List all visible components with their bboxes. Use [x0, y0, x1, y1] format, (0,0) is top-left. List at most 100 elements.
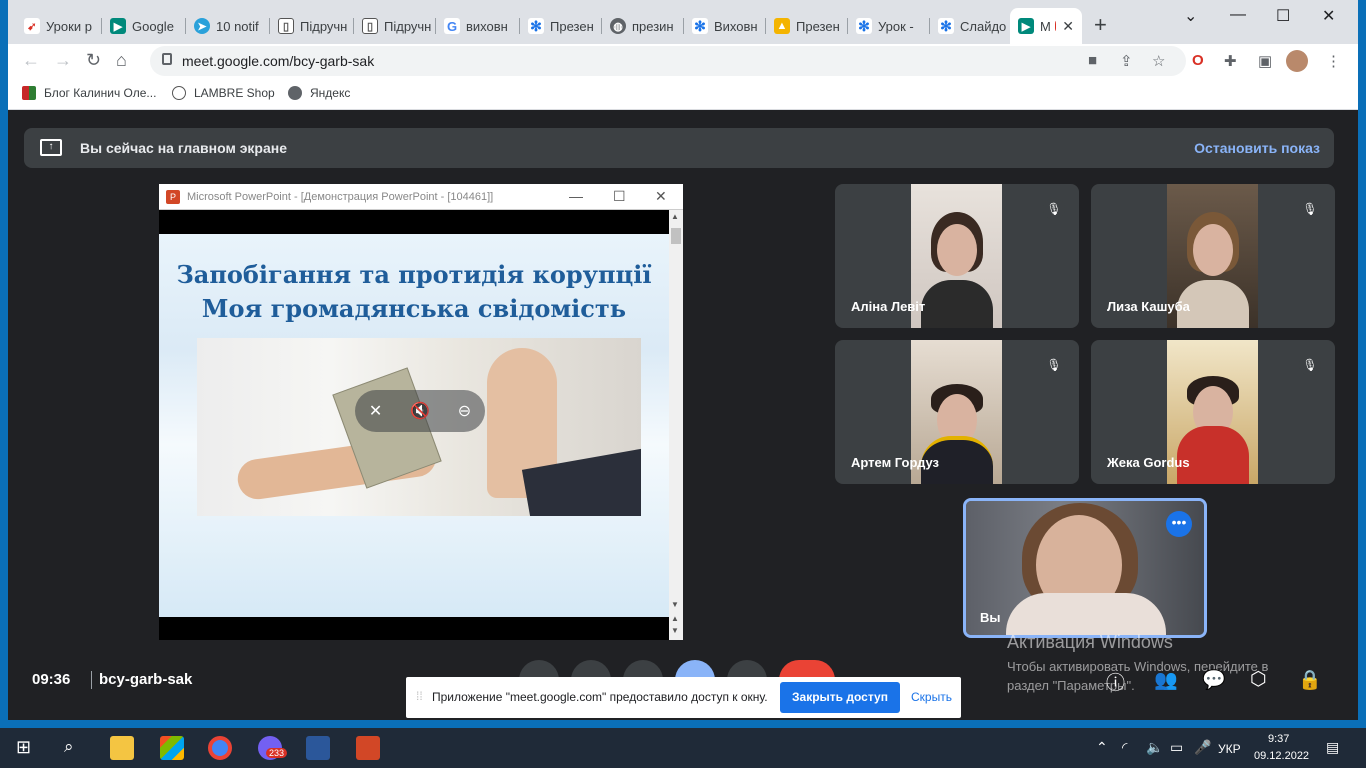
- battery-icon[interactable]: ▭: [1170, 739, 1183, 756]
- bookmarks-bar: Блог Калинич Оле... LAMBRE Shop Яндекс: [8, 78, 1358, 110]
- participant-tile[interactable]: Лиза Кашуба 🎙: [1091, 184, 1335, 328]
- participant-tile[interactable]: Жека Gordus 🎙: [1091, 340, 1335, 484]
- chrome-icon[interactable]: [208, 736, 232, 760]
- share-icon[interactable]: ⇪: [1120, 52, 1133, 70]
- slide-title-line-2: Моя громадянська свідомість: [201, 294, 627, 323]
- tab-label: Слайдо: [960, 18, 1007, 34]
- participant-tile[interactable]: Аліна Левіт 🎙: [835, 184, 1079, 328]
- participant-tile[interactable]: Артем Гордуз 🎙: [835, 340, 1079, 484]
- activities-icon[interactable]: ⬡: [1250, 668, 1267, 691]
- self-tile[interactable]: Вы •••: [963, 498, 1207, 638]
- pin-off-icon[interactable]: ✕: [369, 401, 382, 421]
- present-screen-icon: ↑: [40, 139, 62, 156]
- reload-button[interactable]: ↻: [86, 50, 101, 71]
- tab-label: презин: [632, 18, 674, 34]
- shared-powerpoint-window: P Microsoft PowerPoint - [Демонстрация P…: [159, 184, 683, 640]
- tab-search-chevron-icon[interactable]: ⌄: [1184, 6, 1197, 26]
- meeting-code[interactable]: bcy-garb-sak: [99, 671, 192, 688]
- tab-10[interactable]: ▲ Презен: [766, 8, 848, 44]
- notification-center-icon[interactable]: ▤: [1326, 739, 1339, 756]
- powerpoint-window-title: Microsoft PowerPoint - [Демонстрация Pow…: [187, 191, 494, 203]
- info-icon[interactable]: ⓘ: [1106, 668, 1125, 695]
- back-button[interactable]: ←: [22, 50, 40, 71]
- tab-label: виховн: [466, 18, 508, 34]
- more-options-icon[interactable]: •••: [1166, 511, 1192, 537]
- taskbar-time[interactable]: 9:37: [1268, 733, 1289, 745]
- opera-extension-icon[interactable]: O: [1192, 52, 1204, 69]
- hide-button[interactable]: Скрыть: [911, 690, 952, 704]
- stop-presenting-button[interactable]: Остановить показ: [1194, 140, 1320, 156]
- search-icon[interactable]: ⌕: [64, 737, 74, 757]
- side-panel-icon[interactable]: ▣: [1258, 52, 1272, 70]
- url-text: meet.google.com/bcy-garb-sak: [182, 53, 375, 69]
- snowflake-icon: ✻: [938, 18, 954, 34]
- profile-avatar[interactable]: [1286, 50, 1308, 72]
- taskbar-date[interactable]: 09.12.2022: [1254, 750, 1309, 762]
- tab-meet-active[interactable]: ▶ M ✕: [1010, 8, 1082, 44]
- minimize-button[interactable]: —: [1230, 6, 1246, 24]
- ppt-scrollbar[interactable]: ▲ ▼ ▲ ▼: [669, 210, 683, 640]
- ppt-minimize-button[interactable]: —: [569, 188, 583, 204]
- slide: Запобігання та протидія корупції Моя гро…: [159, 234, 669, 617]
- scroll-page-up-icon[interactable]: ▲: [671, 614, 679, 623]
- desktop: ➹ Уроки р ▶ Google ➤ 10 notif ▯ Підручн …: [0, 0, 1366, 768]
- tab-label: Підручн: [384, 18, 432, 34]
- tab-7[interactable]: ✻ Презен: [520, 8, 602, 44]
- menu-dots-icon[interactable]: ⋮: [1326, 52, 1341, 70]
- tab-9[interactable]: ✻ Виховн: [684, 8, 766, 44]
- tab-5[interactable]: ▯ Підручн: [354, 8, 436, 44]
- windows-start-icon[interactable]: ⊞: [16, 737, 31, 758]
- maximize-button[interactable]: ☐: [1276, 6, 1290, 26]
- banner-text: Вы сейчас на главном экране: [80, 140, 288, 156]
- show-hidden-icons-chevron[interactable]: ⌃: [1096, 739, 1108, 756]
- word-icon[interactable]: [306, 736, 330, 760]
- close-tab-icon[interactable]: ✕: [1062, 18, 1074, 35]
- new-tab-button[interactable]: +: [1094, 12, 1107, 38]
- chat-icon[interactable]: 💬: [1202, 668, 1226, 692]
- address-toolbar: ← → ↻ ⌂ meet.google.com/bcy-garb-sak ■ ⇪…: [8, 44, 1358, 78]
- scroll-thumb[interactable]: [671, 228, 681, 244]
- file-explorer-icon[interactable]: [110, 736, 134, 760]
- tab-11[interactable]: ✻ Урок -: [848, 8, 930, 44]
- bookmark-item[interactable]: LAMBRE Shop: [172, 86, 275, 100]
- meet-area: ↑ Вы сейчас на главном экране Остановить…: [8, 110, 1358, 720]
- tab-1[interactable]: ➹ Уроки р: [16, 8, 102, 44]
- tab-label: Виховн: [714, 18, 758, 34]
- tile-hover-controls: ✕ 🔇 ⊖: [355, 390, 485, 432]
- powerpoint-taskbar-icon[interactable]: [356, 736, 380, 760]
- slides-icon: ▲: [774, 18, 790, 34]
- tab-2[interactable]: ▶ Google: [102, 8, 186, 44]
- tab-12[interactable]: ✻ Слайдо: [930, 8, 1010, 44]
- snowflake-icon: ✻: [528, 18, 544, 34]
- forward-button[interactable]: →: [54, 50, 72, 71]
- tab-6[interactable]: G виховн: [436, 8, 520, 44]
- stop-sharing-button[interactable]: Закрыть доступ: [780, 682, 900, 713]
- scroll-up-icon[interactable]: ▲: [671, 212, 679, 221]
- scroll-down-icon[interactable]: ▼: [671, 600, 679, 609]
- extensions-icon[interactable]: ✚: [1224, 52, 1237, 70]
- camera-icon[interactable]: ■: [1088, 52, 1097, 69]
- volume-icon[interactable]: 🔈: [1146, 739, 1163, 756]
- tab-3[interactable]: ➤ 10 notif: [186, 8, 270, 44]
- tab-8[interactable]: ◍ презин: [602, 8, 684, 44]
- host-controls-icon[interactable]: 🔒: [1298, 668, 1322, 692]
- people-icon[interactable]: 👥: [1154, 668, 1178, 692]
- home-button[interactable]: ⌂: [116, 50, 127, 71]
- language-indicator[interactable]: УКР: [1218, 742, 1241, 756]
- store-icon[interactable]: [160, 736, 184, 760]
- scroll-page-down-icon[interactable]: ▼: [671, 626, 679, 635]
- close-window-button[interactable]: ✕: [1322, 6, 1335, 26]
- microphone-tray-icon[interactable]: 🎤: [1194, 739, 1211, 756]
- ppt-maximize-button[interactable]: ☐: [613, 188, 626, 205]
- bookmark-star-icon[interactable]: ☆: [1152, 52, 1165, 70]
- tab-label: 10 notif: [216, 18, 259, 34]
- bookmark-item[interactable]: Яндекс: [288, 86, 350, 100]
- remove-icon[interactable]: ⊖: [458, 401, 471, 421]
- network-icon[interactable]: ◜: [1122, 739, 1127, 756]
- mute-audio-icon[interactable]: 🔇: [410, 401, 430, 421]
- bookmark-item[interactable]: Блог Калинич Оле...: [22, 86, 156, 100]
- tab-4[interactable]: ▯ Підручн: [270, 8, 354, 44]
- drag-grip-icon[interactable]: ⁞⁞: [416, 689, 423, 703]
- ppt-close-button[interactable]: ✕: [655, 188, 667, 205]
- address-bar[interactable]: meet.google.com/bcy-garb-sak ■ ⇪ ☆: [150, 46, 1186, 76]
